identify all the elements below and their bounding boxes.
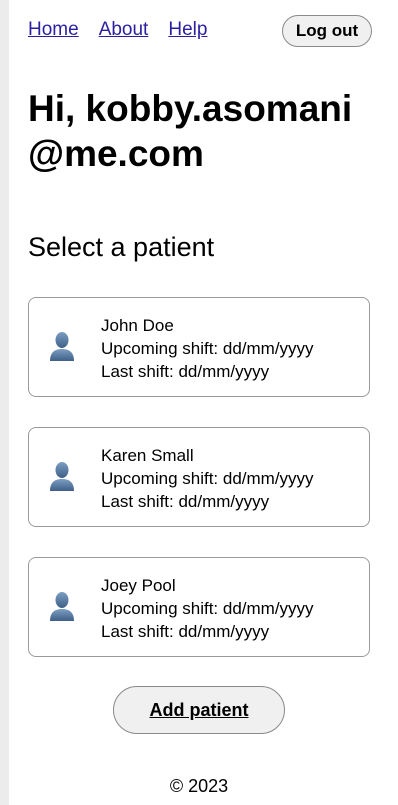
add-patient-button[interactable]: Add patient — [113, 686, 285, 734]
footer-copyright: © 2023 — [169, 776, 229, 796]
greeting-heading: Hi, kobby.asomani@me.com — [28, 88, 353, 174]
patient-name: John Doe — [101, 316, 174, 335]
page-subtitle: Select a patient — [28, 232, 215, 262]
patient-info: John Doe Upcoming shift: dd/mm/yyyy Last… — [101, 314, 314, 383]
patient-card[interactable]: John Doe Upcoming shift: dd/mm/yyyy Last… — [28, 297, 370, 397]
patient-last-shift: Last shift: dd/mm/yyyy — [101, 362, 270, 381]
person-icon — [49, 591, 75, 621]
patient-upcoming-shift: Upcoming shift: dd/mm/yyyy — [101, 599, 314, 618]
top-nav: Home About Help — [28, 19, 207, 41]
patient-last-shift: Last shift: dd/mm/yyyy — [101, 492, 270, 511]
patient-name: Karen Small — [101, 446, 194, 465]
patient-name: Joey Pool — [101, 576, 176, 595]
person-icon — [49, 461, 75, 491]
logout-button[interactable]: Log out — [282, 15, 372, 47]
person-icon — [49, 331, 75, 361]
patient-upcoming-shift: Upcoming shift: dd/mm/yyyy — [101, 339, 314, 358]
patient-card[interactable]: Karen Small Upcoming shift: dd/mm/yyyy L… — [28, 427, 370, 527]
patient-info: Joey Pool Upcoming shift: dd/mm/yyyy Las… — [101, 574, 314, 643]
patient-info: Karen Small Upcoming shift: dd/mm/yyyy L… — [101, 444, 314, 513]
nav-link-help[interactable]: Help — [168, 19, 207, 41]
patient-upcoming-shift: Upcoming shift: dd/mm/yyyy — [101, 469, 314, 488]
patient-last-shift: Last shift: dd/mm/yyyy — [101, 622, 270, 641]
patient-card[interactable]: Joey Pool Upcoming shift: dd/mm/yyyy Las… — [28, 557, 370, 657]
nav-link-about[interactable]: About — [99, 19, 149, 41]
nav-link-home[interactable]: Home — [28, 19, 79, 41]
